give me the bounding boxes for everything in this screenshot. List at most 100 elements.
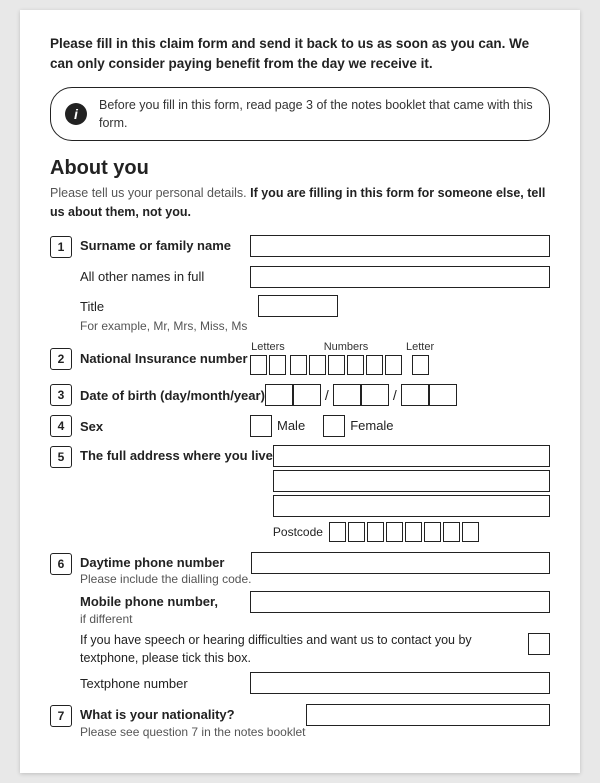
q5-label: The full address where you live (80, 445, 273, 465)
step-5: 5 (50, 446, 72, 468)
ni-letters-label: Letters (251, 341, 285, 353)
q1-title-sub: For example, Mr, Mrs, Miss, Ms (80, 319, 247, 333)
dob-yr2[interactable] (429, 384, 457, 406)
q6-label: Daytime phone number (80, 552, 251, 572)
q6-mobile-label-block: Mobile phone number, if different (80, 591, 250, 625)
q6-sub: Please include the dialling code. (80, 572, 251, 586)
pc-box3[interactable] (367, 522, 384, 542)
pc-box7[interactable] (443, 522, 460, 542)
q7-label: What is your nationality? (80, 704, 306, 724)
postcode-row: Postcode (273, 522, 550, 542)
textphone-number-row: Textphone number (80, 672, 550, 694)
ni-box-n2[interactable] (309, 355, 326, 375)
address-line1[interactable] (273, 445, 550, 467)
q6-mobile-label: Mobile phone number, (80, 591, 250, 611)
info-box-text: Before you fill in this form, read page … (99, 96, 535, 132)
ni-number-boxes: Letters Numbers (250, 341, 434, 375)
step-3: 3 (50, 384, 72, 406)
q6-row: 6 Daytime phone number Please include th… (50, 552, 550, 694)
ni-box-l2[interactable] (269, 355, 286, 375)
section-subtitle: Please tell us your personal details. If… (50, 184, 550, 222)
sex-male-box[interactable] (250, 415, 272, 437)
q1-title-row: Title For example, Mr, Mrs, Miss, Ms (80, 295, 550, 333)
q2-label: National Insurance number (80, 348, 250, 368)
step-7: 7 (50, 705, 72, 727)
dob-day2[interactable] (293, 384, 321, 406)
postcode-boxes (329, 522, 479, 542)
dob-sep1: / (325, 387, 329, 403)
q3-row: 3 Date of birth (day/month/year) / / (50, 383, 550, 406)
ni-letter2-group: Letter (406, 341, 434, 375)
q4-label: Sex (80, 416, 250, 436)
ni-box-n5[interactable] (366, 355, 383, 375)
q7-note: Please see question 7 in the notes bookl… (80, 724, 306, 741)
pc-box8[interactable] (462, 522, 479, 542)
q6-block: Daytime phone number Please include the … (80, 552, 550, 694)
pc-box6[interactable] (424, 522, 441, 542)
q7-block: What is your nationality? Please see que… (80, 704, 550, 741)
pc-box5[interactable] (405, 522, 422, 542)
dob-day1[interactable] (265, 384, 293, 406)
q7-nationality-input[interactable] (306, 704, 551, 726)
q7-label-block: What is your nationality? Please see que… (80, 704, 306, 741)
q6-mobile-sub: if different (80, 612, 250, 626)
form-page: Please fill in this claim form and send … (20, 10, 580, 773)
ni-box-la[interactable] (412, 355, 429, 375)
ni-letters-group: Letters (250, 341, 286, 375)
info-box: i Before you fill in this form, read pag… (50, 87, 550, 141)
ni-box-l1[interactable] (250, 355, 267, 375)
q1-othername-row: All other names in full (80, 266, 550, 288)
q6-phone-input[interactable] (251, 552, 550, 574)
address-block: Postcode (273, 445, 550, 542)
sex-female-label: Female (350, 418, 393, 433)
q1-title-label: Title (80, 296, 250, 316)
dob-sep2: / (393, 387, 397, 403)
address-line2[interactable] (273, 470, 550, 492)
ni-box-n3[interactable] (328, 355, 345, 375)
q2-row: 2 National Insurance number Letters Numb… (50, 341, 550, 375)
textphone-tick-box[interactable] (528, 633, 550, 655)
dob-yr1[interactable] (401, 384, 429, 406)
dob-mon1[interactable] (333, 384, 361, 406)
info-icon: i (65, 103, 87, 125)
step-2: 2 (50, 348, 72, 370)
postcode-label: Postcode (273, 525, 323, 539)
q1-othername-input[interactable] (250, 266, 550, 288)
pc-box2[interactable] (348, 522, 365, 542)
q3-label: Date of birth (day/month/year) (80, 385, 265, 405)
step-1: 1 (50, 236, 72, 258)
q1-surname-input[interactable] (250, 235, 550, 257)
q6-textphone-label: Textphone number (80, 673, 250, 693)
sex-options: Male Female (250, 415, 412, 437)
ni-box-n4[interactable] (347, 355, 364, 375)
ni-box-n6[interactable] (385, 355, 402, 375)
ni-numbers-label: Numbers (324, 341, 369, 353)
q1-row: 1 Surname or family name (50, 235, 550, 258)
address-line3[interactable] (273, 495, 550, 517)
step-6: 6 (50, 553, 72, 575)
dob-mon2[interactable] (361, 384, 389, 406)
subtitle-plain: Please tell us your personal details. (50, 186, 250, 200)
q6-textphone-input[interactable] (250, 672, 550, 694)
q1-title-input[interactable] (258, 295, 338, 317)
q1-label: Surname or family name (80, 235, 250, 255)
dob-inputs: / / (265, 384, 457, 406)
pc-box4[interactable] (386, 522, 403, 542)
step-4: 4 (50, 415, 72, 437)
q6-label-block: Daytime phone number Please include the … (80, 552, 251, 586)
ni-numbers-group: Numbers (290, 341, 402, 375)
pc-box1[interactable] (329, 522, 346, 542)
q4-row: 4 Sex Male Female (50, 414, 550, 437)
sex-female-box[interactable] (323, 415, 345, 437)
ni-letter2-label: Letter (406, 341, 434, 353)
textphone-tick-row: If you have speech or hearing difficulti… (80, 631, 550, 667)
q6-mobile-input[interactable] (250, 591, 550, 613)
intro-text: Please fill in this claim form and send … (50, 34, 550, 75)
ni-box-n1[interactable] (290, 355, 307, 375)
sex-male-label: Male (277, 418, 305, 433)
q1-othername-label: All other names in full (80, 266, 250, 286)
q5-row: 5 The full address where you live Postco… (50, 445, 550, 542)
q7-row: 7 What is your nationality? Please see q… (50, 704, 550, 741)
section-title: About you (50, 157, 550, 180)
textphone-text: If you have speech or hearing difficulti… (80, 631, 518, 667)
